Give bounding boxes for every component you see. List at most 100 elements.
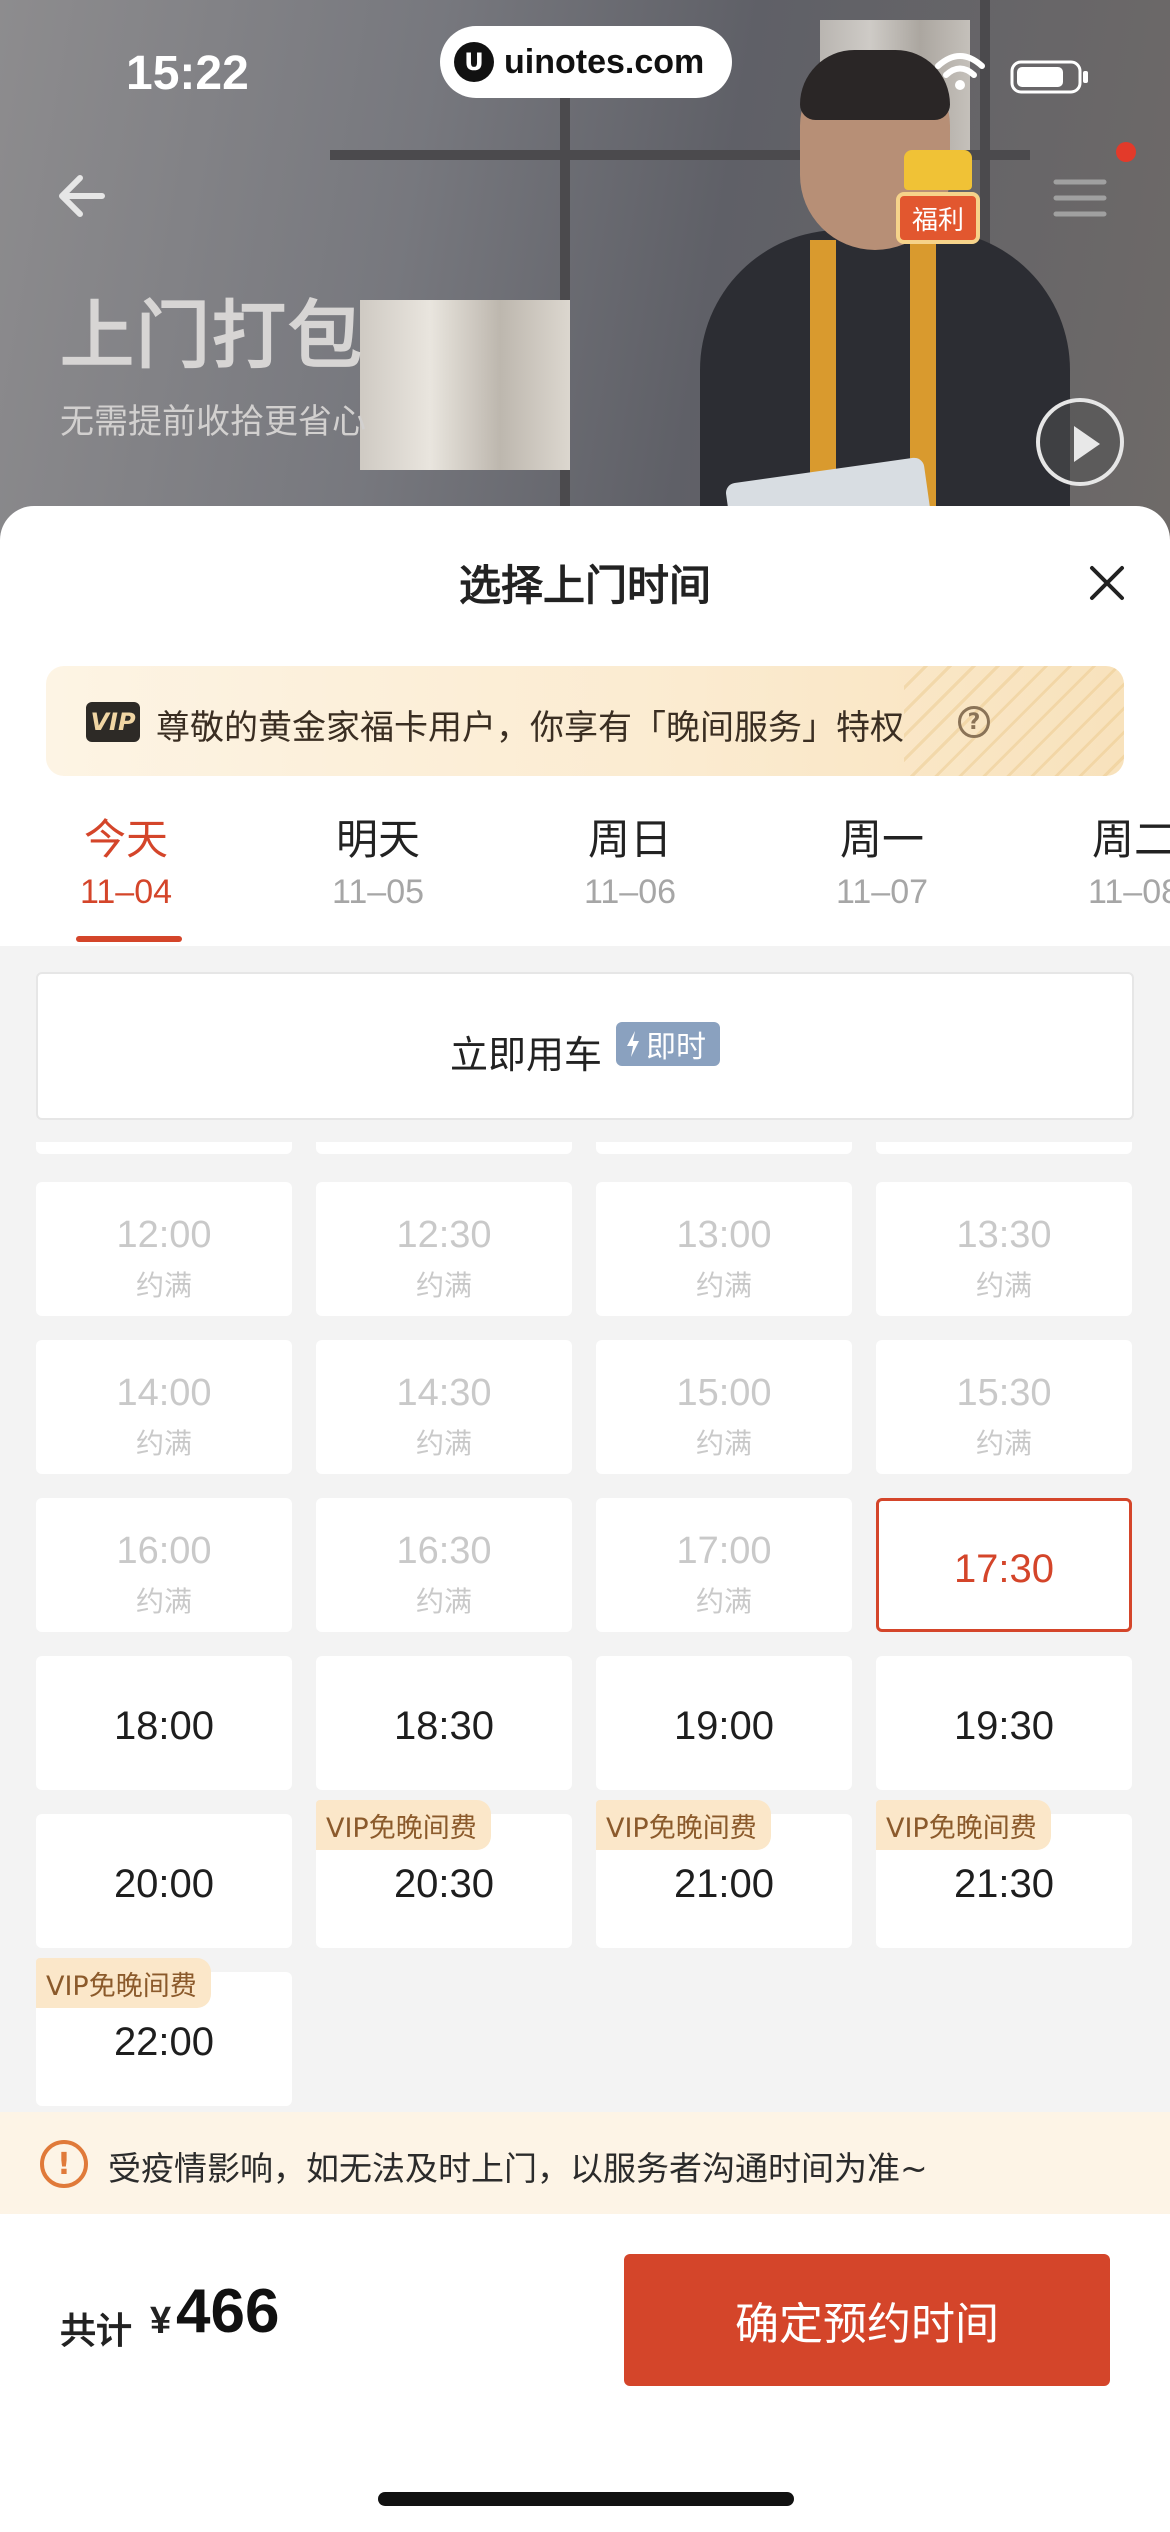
time-slot: 16:30 约满	[316, 1498, 572, 1632]
menu-icon[interactable]	[1052, 176, 1108, 220]
slot-partial	[36, 1142, 292, 1154]
slot-status: 约满	[695, 1427, 752, 1460]
slot-time: 13:30	[956, 1214, 1052, 1256]
hero-subtitle: 无需提前收拾更省心	[60, 402, 366, 442]
slot-status: 约满	[695, 1585, 752, 1618]
tab-day-label: 周日	[587, 815, 672, 864]
slot-time: 20:00	[113, 1862, 215, 1906]
tab-date-label: 11–07	[835, 873, 929, 911]
time-slot: 15:00 约满	[596, 1340, 852, 1474]
help-icon[interactable]: ?	[958, 706, 990, 738]
time-slot: 15:30 约满	[876, 1340, 1132, 1474]
currency-symbol: ¥	[150, 2300, 172, 2342]
slot-status: 约满	[415, 1585, 472, 1618]
vip-badge: VIP	[86, 702, 140, 742]
warning-icon: !	[40, 2140, 88, 2188]
back-arrow-icon[interactable]	[52, 166, 112, 226]
time-slot-selected[interactable]: 17:30	[876, 1498, 1132, 1632]
tab-tuesday[interactable]: 周二 11–08	[1014, 806, 1170, 912]
slot-time: 14:00	[116, 1372, 212, 1414]
tab-sunday[interactable]: 周日 11–06	[510, 806, 750, 912]
tab-monday[interactable]: 周一 11–07	[762, 806, 1002, 912]
battery-icon	[1010, 60, 1088, 94]
vip-fee-waived-tag: VIP免晚间费	[876, 1800, 1051, 1850]
tab-tomorrow[interactable]: 明天 11–05	[258, 806, 498, 912]
time-slot: 13:00 约满	[596, 1182, 852, 1316]
notice-text: 受疫情影响，如无法及时上门，以服务者沟通时间为准~	[108, 2149, 928, 2188]
slot-time: 20:30	[393, 1862, 495, 1906]
slot-time: 12:30	[396, 1214, 492, 1256]
footer-bar: 共计 ¥ 466 确定预约时间	[0, 2214, 1170, 2532]
notification-dot	[1116, 142, 1136, 162]
hero-banner: 15:22 U uinotes.com 福利 上门打包 无需提前收拾更省心	[0, 0, 1170, 540]
slot-time: 19:00	[673, 1704, 775, 1748]
tab-today[interactable]: 今天 11–04	[6, 806, 246, 912]
vip-fee-waived-tag: VIP免晚间费	[36, 1958, 211, 2008]
gift-icon[interactable]: 福利	[896, 150, 980, 246]
slot-time: 15:30	[956, 1372, 1052, 1414]
time-slot: 17:00 约满	[596, 1498, 852, 1632]
tab-date-label: 11–05	[331, 873, 425, 911]
tab-date-label: 11–06	[583, 873, 677, 911]
total-price: 466	[176, 2277, 280, 2346]
slot-status: 约满	[415, 1427, 472, 1460]
slot-time: 21:00	[673, 1862, 775, 1906]
vip-privilege-banner: VIP 尊敬的黄金家福卡用户，你享有「晚间服务」特权 ?	[46, 666, 1124, 776]
total-label: 共计	[60, 2311, 133, 2352]
time-slot: 12:00 约满	[36, 1182, 292, 1316]
instant-order-option[interactable]: 立即用车 即时	[36, 972, 1134, 1120]
slot-status: 约满	[135, 1269, 192, 1302]
time-slot[interactable]: 18:30	[316, 1656, 572, 1790]
slot-time: 21:30	[953, 1862, 1055, 1906]
time-slot: 13:30 约满	[876, 1182, 1132, 1316]
slot-status: 约满	[695, 1269, 752, 1302]
time-slot[interactable]: 19:30	[876, 1656, 1132, 1790]
slot-status: 约满	[975, 1269, 1032, 1302]
vip-privilege-text: 尊敬的黄金家福卡用户，你享有「晚间服务」特权	[156, 708, 904, 748]
slot-time: 15:00	[676, 1372, 772, 1414]
time-slot[interactable]: VIP免晚间费 22:00	[36, 1958, 292, 2106]
slot-time: 16:00	[116, 1530, 212, 1572]
time-slot: 14:00 约满	[36, 1340, 292, 1474]
time-slot-grid: 立即用车 即时 12:00 约满 12:30 约满 13:00 约满 13:30…	[0, 946, 1170, 2112]
vip-fee-waived-tag: VIP免晚间费	[596, 1800, 771, 1850]
slot-status: 约满	[975, 1427, 1032, 1460]
slot-time: 18:30	[393, 1704, 495, 1748]
time-slot[interactable]: 19:00	[596, 1656, 852, 1790]
instant-tag: 即时	[616, 1022, 720, 1066]
slot-partial	[596, 1142, 852, 1154]
mover-photo	[690, 40, 1080, 540]
date-tabs: 今天 11–04 明天 11–05 周日 11–06 周一 11–07 周二 1…	[0, 806, 1170, 950]
time-slot[interactable]: 18:00	[36, 1656, 292, 1790]
slot-time: 17:00	[676, 1530, 772, 1572]
slot-partial	[316, 1142, 572, 1154]
tab-date-label: 11–04	[79, 873, 173, 911]
time-slot[interactable]: VIP免晚间费 21:30	[876, 1800, 1132, 1948]
url-pill: U uinotes.com	[440, 26, 732, 98]
instant-order-label: 立即用车	[450, 1033, 603, 1077]
wifi-icon	[935, 53, 985, 90]
hero-title: 上门打包	[60, 293, 364, 379]
slot-time: 13:00	[676, 1214, 772, 1256]
slot-time: 16:30	[396, 1530, 492, 1572]
time-slot[interactable]: VIP免晚间费 21:00	[596, 1800, 852, 1948]
time-slot[interactable]: VIP免晚间费 20:30	[316, 1800, 572, 1948]
status-time: 15:22	[126, 47, 249, 100]
slot-time: 18:00	[113, 1704, 215, 1748]
slot-status: 约满	[415, 1269, 472, 1302]
time-slot: 14:30 约满	[316, 1340, 572, 1474]
slot-time: 22:00	[113, 2020, 215, 2064]
close-icon[interactable]	[1082, 558, 1132, 608]
uinotes-logo-icon: U	[454, 42, 494, 82]
shelf-books	[360, 300, 570, 470]
tab-date-label: 11–08	[1087, 873, 1170, 911]
confirm-time-button[interactable]: 确定预约时间	[624, 2254, 1110, 2386]
epidemic-notice: ! 受疫情影响，如无法及时上门，以服务者沟通时间为准~	[0, 2112, 1170, 2214]
time-slot: 16:00 约满	[36, 1498, 292, 1632]
active-tab-indicator	[76, 936, 182, 942]
time-slot[interactable]: 20:00	[36, 1814, 292, 1948]
tab-day-label: 明天	[335, 815, 420, 864]
play-icon[interactable]	[1036, 398, 1124, 486]
slot-time: 14:30	[396, 1372, 492, 1414]
vip-fee-waived-tag: VIP免晚间费	[316, 1800, 491, 1850]
